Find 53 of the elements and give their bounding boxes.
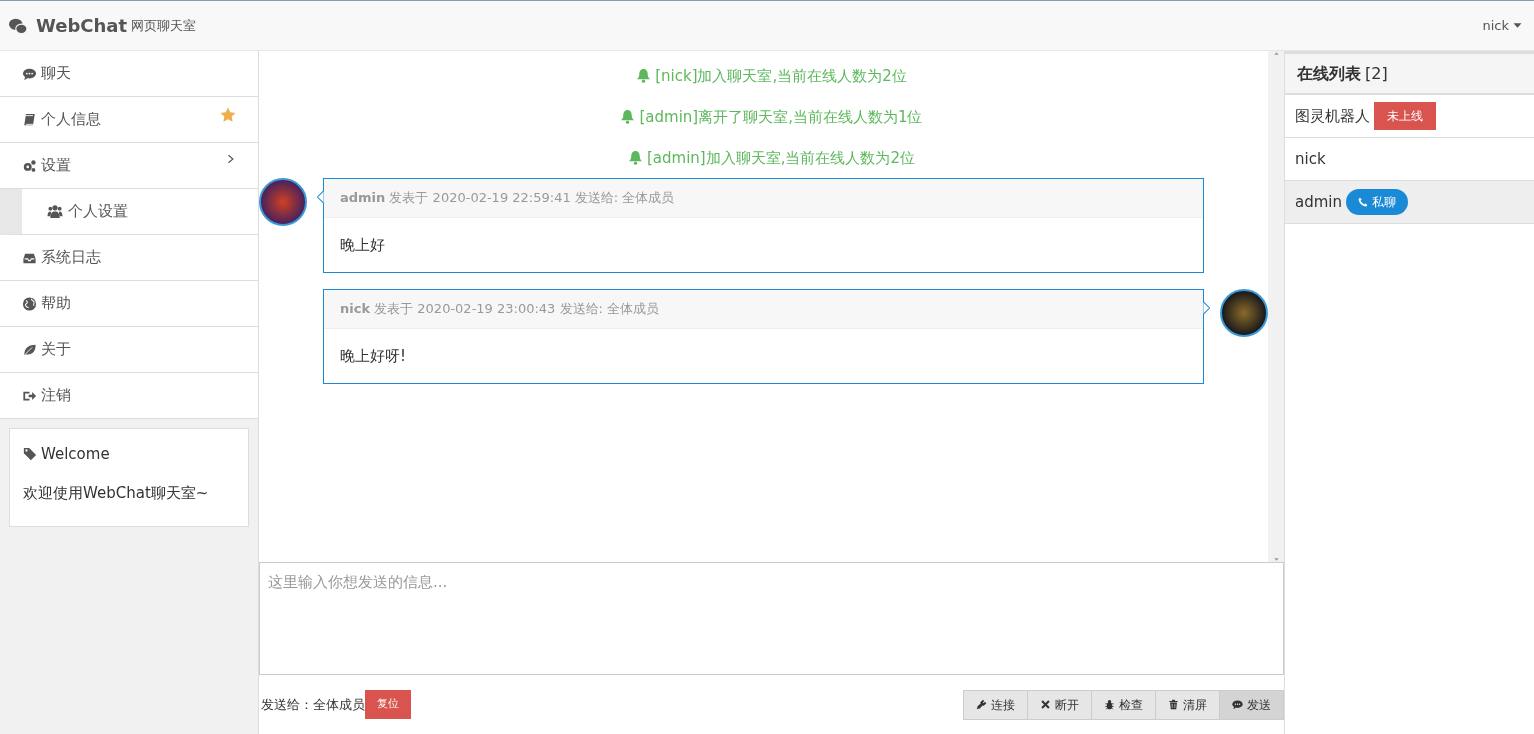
book-icon (22, 112, 37, 127)
toolbar-button[interactable]: 连接 (963, 689, 1028, 720)
online-count: [2] (1365, 62, 1388, 85)
system-notice: [nick]加入聊天室,当前在线人数为2位 (655, 65, 907, 87)
offline-badge: 未上线 (1374, 102, 1436, 130)
message-header: nick 发表于 2020-02-19 23:00:43 发送给: 全体成员 (324, 290, 1203, 329)
message-text: 晚上好呀! (339, 345, 407, 367)
send-target-label: 发送给：全体成员 (261, 695, 365, 714)
toolbar-button[interactable]: 断开 (1027, 689, 1092, 720)
close-icon (1040, 699, 1051, 710)
toolbar-button[interactable]: 清屏 (1155, 689, 1220, 720)
sidebar-item[interactable]: 系统日志 (0, 235, 258, 281)
reset-button[interactable]: 复位 (365, 690, 411, 719)
trash-icon (1168, 699, 1179, 710)
sidebar-item[interactable]: 聊天 (0, 51, 258, 97)
system-notice: [admin]离开了聊天室,当前在线人数为1位 (639, 106, 923, 128)
message-text: 晚上好 (339, 234, 386, 256)
toolbar-button[interactable]: 检查 (1091, 689, 1156, 720)
sidebar-item[interactable]: 关于 (0, 327, 258, 373)
gears-icon (22, 158, 37, 173)
sidebar-item[interactable]: 设置 (0, 143, 258, 189)
private-chat-button[interactable]: 私聊 (1346, 189, 1408, 215)
message-input-field[interactable]: 这里输入你想发送的信息... (259, 562, 1284, 675)
user-menu[interactable]: nick (1482, 15, 1526, 36)
bell-icon (620, 109, 636, 124)
sidebar-item[interactable]: 个人信息 (0, 97, 258, 143)
bell-icon (628, 150, 643, 165)
sidebar-item[interactable]: 帮助 (0, 281, 258, 327)
welcome-text: 欢迎使用WebChat聊天室~ (23, 482, 210, 504)
avatar-photo-placeholder (1220, 289, 1268, 337)
system-notice: [admin]加入聊天室,当前在线人数为2位 (647, 147, 915, 169)
brand-subtitle: 网页聊天室 (131, 16, 197, 35)
speech-bubble-icon (1232, 699, 1243, 710)
leaf-icon (22, 342, 37, 357)
message-header: admin 发表于 2020-02-19 22:59:41 发送给: 全体成员 (324, 179, 1203, 218)
online-list-title: 在线列表 (1297, 62, 1361, 85)
globe-icon (22, 296, 37, 311)
welcome-title: Welcome (41, 444, 110, 465)
avatar-photo-placeholder (259, 178, 307, 226)
caret-icon (1513, 21, 1522, 30)
online-user-item[interactable]: admin 私聊 (1285, 181, 1534, 224)
online-user-item[interactable]: 图灵机器人 未上线 (1285, 95, 1534, 138)
brand-name[interactable]: WebChat (36, 12, 128, 39)
wechat-logo-icon (8, 16, 28, 35)
sidebar-subitem[interactable]: 个人设置 (0, 189, 258, 235)
phone-icon (1358, 197, 1368, 207)
toolbar-button[interactable]: 发送 (1219, 689, 1284, 720)
tag-icon (23, 447, 37, 462)
sidebar-item[interactable]: 注销 (0, 373, 258, 419)
bug-icon (1104, 699, 1115, 710)
users-icon (46, 204, 64, 219)
bell-icon (636, 68, 652, 83)
speech-bubble-icon (22, 66, 37, 81)
